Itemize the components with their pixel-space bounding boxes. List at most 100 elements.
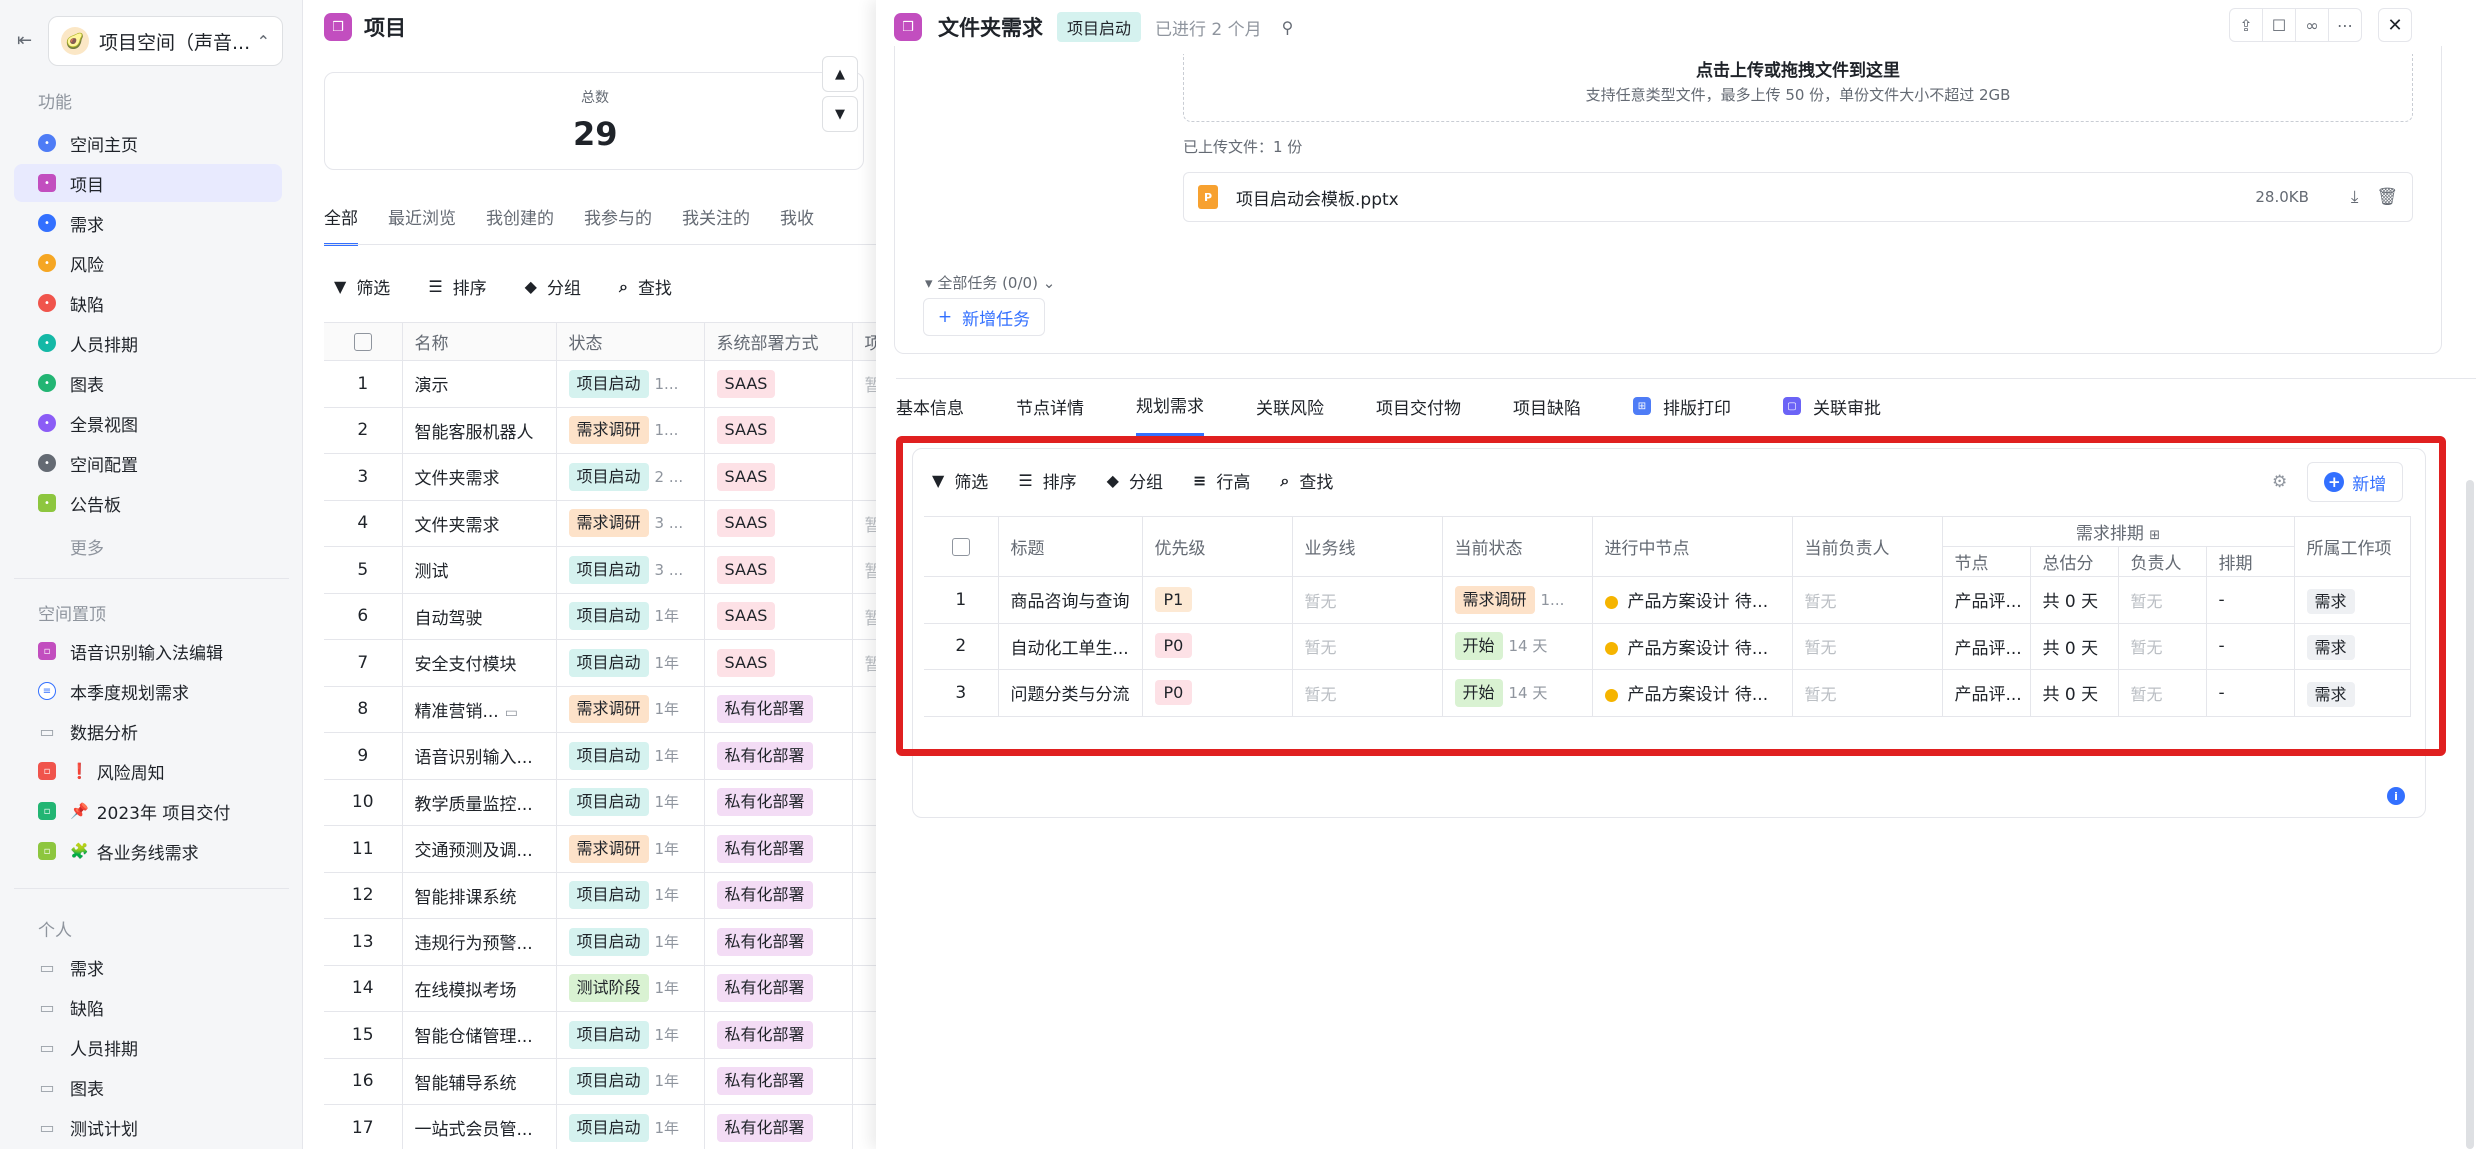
status-badge[interactable]: 项目启动 [1057,12,1142,42]
deploy-cell[interactable]: 私有化部署 [704,825,853,873]
group-button[interactable]: ◆ 分组 [1107,468,1163,493]
table-row[interactable]: 4 文件夹需求 需求调研 3 ... SAAS 暂 [324,500,877,547]
pin-icon[interactable]: ⚲ [1282,18,1294,37]
deploy-cell[interactable]: SAAS [704,546,853,594]
deploy-cell[interactable]: 私有化部署 [704,732,853,780]
project-name[interactable]: 在线模拟考场 [415,981,517,1001]
deploy-cell[interactable]: 私有化部署 [704,1011,853,1059]
table-row[interactable]: 2 自动化工单生... P0 暂无 开始 14 天 产品方案设计 待... 暂无 产品评... 共… [924,623,2411,670]
sidebar-item[interactable]: • 空间配置 [14,444,282,482]
sidebar-item[interactable]: • 需求 [14,204,282,242]
table-row[interactable]: 13 违规行为预警... 项目启动 1年 私有化部署 [324,918,877,966]
project-name-cell[interactable]: 自动驾驶 [402,593,557,640]
project-name[interactable]: 智能仓储管理... [415,1027,533,1047]
status-cell[interactable]: 需求调研 1年 [556,686,705,733]
space-selector[interactable]: 🥑 项目空间（声音... ⌃ [48,16,283,66]
sidebar-item[interactable]: • 公告板 [14,484,282,522]
deploy-cell[interactable]: SAAS [704,593,853,640]
scroll-down-button[interactable]: ▼ [822,96,858,132]
node-cell[interactable]: 产品方案设计 待... [1592,669,1793,717]
schedule-plan-cell[interactable]: - [2206,576,2295,624]
status-cell[interactable]: 项目启动 3 ... [556,546,705,594]
deploy-cell[interactable]: 私有化部署 [704,918,853,966]
project-name[interactable]: 语音识别输入... [415,748,533,768]
project-name-cell[interactable]: 教学质量监控... [402,779,557,826]
status-cell[interactable]: 项目启动 1年 [556,1011,705,1059]
status-cell[interactable]: 需求调研 1年 [556,825,705,873]
requirement-title[interactable]: 商品咨询与查询 [1011,592,1130,612]
add-task-button[interactable]: + 新增任务 [923,298,1045,336]
owner-cell[interactable]: 暂无 [1792,576,1943,624]
schedule-owner-cell[interactable]: 暂无 [2118,669,2207,717]
project-name[interactable]: 违规行为预警... [415,934,533,954]
file-row[interactable]: P 项目启动会模板.pptx 28.0KB ⤓ 🗑 [1183,172,2413,222]
project-name[interactable]: 精准营销... [415,702,499,722]
select-all-checkbox[interactable] [353,332,372,351]
download-icon[interactable]: ⤓ [2351,187,2359,207]
add-requirement-button[interactable]: + 新增 [2307,462,2404,502]
sidebar-item[interactable]: • 项目 [14,164,282,202]
column-header[interactable]: 当前状态 [1442,516,1593,577]
project-name[interactable]: 教学质量监控... [415,795,533,815]
table-row[interactable]: 14 在线模拟考场 测试阶段 1年 私有化部署 [324,965,877,1012]
project-name[interactable]: 文件夹需求 [415,516,500,536]
priority-cell[interactable]: P0 [1142,623,1293,670]
project-name-cell[interactable]: 演示 [402,360,557,408]
work-item-cell[interactable]: 需求 [2294,623,2411,670]
work-item-cell[interactable]: 需求 [2294,669,2411,717]
table-row[interactable]: 12 智能排课系统 项目启动 1年 私有化部署 [324,872,877,919]
personal-item[interactable]: ▭ 测试计划 [14,1108,282,1146]
business-line-cell[interactable]: 暂无 [1292,576,1443,624]
personal-item[interactable]: ▭ 人员排期 [14,1028,282,1066]
project-name[interactable]: 智能客服机器人 [415,423,534,443]
deploy-cell[interactable]: 私有化部署 [704,965,853,1012]
table-row[interactable]: 6 自动驾驶 项目启动 1年 SAAS 暂 [324,593,877,640]
personal-item[interactable]: ▭ 图表 [14,1068,282,1106]
column-header[interactable]: 所属工作项 [2294,516,2411,577]
project-name[interactable]: 文件夹需求 [415,469,500,489]
sidebar-item[interactable]: • 空间主页 [14,124,282,162]
deploy-cell[interactable]: 私有化部署 [704,779,853,826]
schedule-plan-cell[interactable]: - [2206,669,2295,717]
detail-tab[interactable]: 项目交付物 [1376,392,1461,436]
bookmark-icon[interactable]: ☐ [2262,8,2296,42]
project-name-cell[interactable]: 在线模拟考场 [402,965,557,1012]
table-row[interactable]: 7 安全支付模块 项目启动 1年 SAAS 暂 [324,639,877,687]
column-header[interactable]: 项 [852,322,877,361]
status-cell[interactable]: 项目启动 1年 [556,1058,705,1105]
select-all-cell[interactable] [324,322,403,361]
table-row[interactable]: 9 语音识别输入... 项目启动 1年 私有化部署 [324,732,877,780]
node-cell[interactable]: 产品方案设计 待... [1592,623,1793,670]
project-name[interactable]: 交通预测及调... [415,841,533,861]
collapse-sidebar-icon[interactable]: ⇤ [17,30,39,52]
table-row[interactable]: 1 商品咨询与查询 P1 暂无 需求调研 1... 产品方案设计 待... 暂无 产品评... 共… [924,576,2411,624]
filter-button[interactable]: ▼ 筛选 [334,274,390,299]
table-row[interactable]: 11 交通预测及调... 需求调研 1年 私有化部署 [324,825,877,873]
list-tab[interactable]: 我参与的 [584,204,652,246]
project-name-cell[interactable]: 智能客服机器人 [402,407,557,454]
project-name[interactable]: 安全支付模块 [415,655,517,675]
work-item-cell[interactable]: 需求 [2294,576,2411,624]
status-cell[interactable]: 项目启动 2 ... [556,453,705,501]
expand-icon[interactable]: ⊞ [2149,528,2160,543]
business-line-cell[interactable]: 暂无 [1292,623,1443,670]
pinned-item[interactable]: ▫ ❗ 风险周知 [14,752,282,790]
vertical-scrollbar[interactable] [2466,480,2474,1149]
column-header[interactable]: 业务线 [1292,516,1443,577]
deploy-cell[interactable]: SAAS [704,407,853,454]
project-name-cell[interactable]: 测试 [402,546,557,594]
table-settings-icon[interactable]: ⚙ [2272,472,2287,492]
deploy-cell[interactable]: SAAS [704,500,853,547]
list-tab[interactable]: 全部 [324,204,358,246]
state-cell[interactable]: 需求调研 1... [1442,576,1593,624]
scroll-up-button[interactable]: ▲ [822,56,858,92]
project-name[interactable]: 测试 [415,562,449,582]
project-name-cell[interactable]: 智能辅导系统 [402,1058,557,1105]
table-row[interactable]: 1 演示 项目启动 1... SAAS 暂 [324,360,877,408]
comment-icon[interactable]: ▭ [505,705,518,721]
owner-cell[interactable]: 暂无 [1792,623,1943,670]
column-header[interactable]: 系统部署方式 [704,322,853,361]
personal-item[interactable]: ▭ 需求 [14,948,282,986]
file-name[interactable]: 项目启动会模板.pptx [1236,185,2255,210]
column-header[interactable]: 名称 [402,322,557,361]
